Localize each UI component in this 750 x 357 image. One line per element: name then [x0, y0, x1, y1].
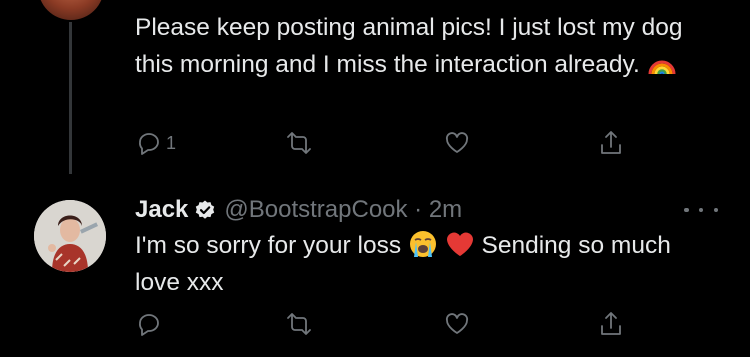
tweet-text-part1: I'm so sorry for your loss	[135, 232, 402, 259]
reply-count: 1	[166, 132, 177, 153]
author-name[interactable]: Jack	[135, 196, 188, 224]
reply-icon	[139, 314, 159, 336]
share-icon	[601, 131, 621, 154]
like-button[interactable]	[443, 126, 471, 160]
tweet-text-content: Please keep posting animal pics! I just …	[135, 14, 683, 78]
reply-button[interactable]: 1	[135, 126, 176, 160]
tweet-text: I'm so sorry for your loss Sending so mu…	[135, 228, 695, 301]
reply-button[interactable]	[135, 307, 163, 341]
share-button[interactable]	[597, 126, 625, 160]
avatar[interactable]	[34, 200, 106, 272]
share-button[interactable]	[597, 307, 625, 341]
tweet-actions: 1	[135, 126, 635, 160]
retweet-icon	[287, 313, 311, 335]
tweet-header: Jack @BootstrapCook · 2m	[135, 194, 462, 226]
retweet-button[interactable]	[285, 126, 313, 160]
reply-icon	[139, 133, 159, 155]
dot	[684, 207, 689, 213]
handle-and-time[interactable]: @BootstrapCook · 2m	[224, 196, 462, 224]
avatar-image	[34, 200, 106, 272]
retweet-icon	[287, 132, 311, 154]
thread-connector-line	[69, 22, 72, 174]
red-heart-emoji	[445, 229, 475, 259]
heart-icon	[445, 313, 469, 334]
share-icon	[601, 312, 621, 335]
rainbow-emoji	[647, 48, 677, 78]
tweet-actions	[135, 307, 635, 341]
heart-icon	[445, 132, 469, 153]
previous-avatar[interactable]	[38, 0, 104, 20]
loudly-crying-face-emoji	[408, 229, 438, 259]
retweet-button[interactable]	[285, 307, 313, 341]
verified-badge-icon	[196, 200, 215, 219]
dot	[713, 207, 718, 213]
like-button[interactable]	[443, 307, 471, 341]
more-options-button[interactable]	[684, 200, 718, 220]
tweet-text: Please keep posting animal pics! I just …	[135, 10, 695, 83]
dot	[698, 207, 704, 213]
